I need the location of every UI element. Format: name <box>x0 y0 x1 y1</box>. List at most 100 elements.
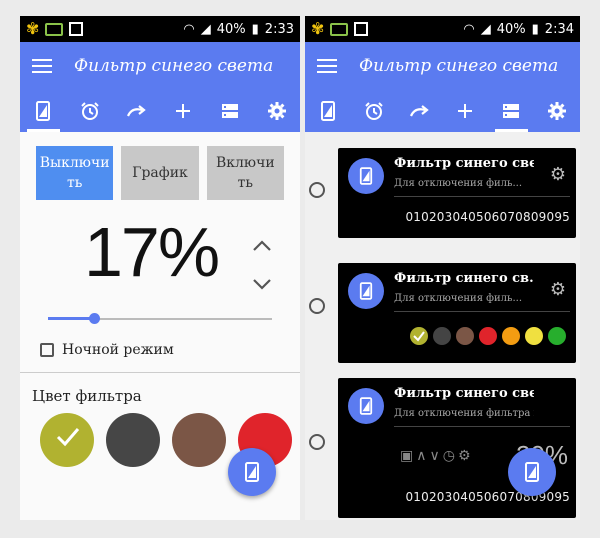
profile-hours: 010203040506070809095 <box>405 490 570 504</box>
wifi-icon: ◠ <box>463 21 475 37</box>
filter-toggle-fab[interactable] <box>228 448 276 496</box>
mode-on-button[interactable]: Включи ть <box>206 146 284 200</box>
battery-icon: ▮ <box>251 21 259 37</box>
slider-thumb[interactable] <box>89 313 100 324</box>
wifi-icon: ◠ <box>183 21 195 37</box>
profile-title: Фильтр синего све... <box>394 156 534 171</box>
tab-redo[interactable] <box>113 90 160 132</box>
tab-alarm[interactable] <box>351 90 397 132</box>
profile-gear-icon[interactable]: ⚙ <box>550 279 566 300</box>
app-title: Фильтр синего света <box>359 56 559 76</box>
profile-radio[interactable] <box>309 182 325 198</box>
phone-filter-icon <box>245 462 259 482</box>
profile-gear-icon[interactable]: ⚙ <box>550 164 566 185</box>
profile-list: Фильтр синего све... Для отключения филь… <box>305 132 580 518</box>
phone-filter-icon <box>359 397 373 415</box>
chevron-down-icon: ∨ <box>429 448 440 464</box>
tab-redo[interactable] <box>397 90 443 132</box>
profile-title: Фильтр синего св... <box>394 271 534 286</box>
signal-icon: ◢ <box>200 21 211 37</box>
screenshot-frame: ✾ ◠ ◢ 40% ▮ 2:33 Фильтр синего света Вык… <box>0 0 600 538</box>
phone-screen-right: ✾ ◠ ◢ 40% ▮ 2:34 Фильтр синего света Фил… <box>305 16 580 520</box>
profile-hours: 010203040506070809095 <box>405 210 570 224</box>
tab-filter[interactable] <box>305 90 351 132</box>
phone-filter-icon <box>320 101 335 121</box>
tab-profiles[interactable] <box>207 90 254 132</box>
battery-notification-icon <box>45 22 64 36</box>
tab-settings[interactable] <box>253 90 300 132</box>
checkmark-icon <box>56 428 80 447</box>
plus-icon <box>176 104 191 118</box>
tab-bar <box>305 90 580 132</box>
intensity-percent: 17% <box>84 213 220 291</box>
filter-color-title: Цвет фильтра <box>32 387 142 405</box>
mini-color-swatch <box>502 327 520 345</box>
profile-card[interactable]: Фильтр синего све... Для отключения филь… <box>338 148 576 238</box>
signal-icon: ◢ <box>480 21 491 37</box>
flower-notification-icon: ✾ <box>26 19 40 38</box>
flower-notification-icon: ✾ <box>311 19 325 38</box>
night-mode-label: Ночной режим <box>62 342 174 358</box>
card-divider <box>394 311 570 312</box>
filter-notification-icon <box>69 22 84 36</box>
decrease-button[interactable] <box>252 274 272 294</box>
mini-color-swatch <box>410 327 428 345</box>
gear-icon <box>267 102 286 120</box>
mini-color-swatch <box>479 327 497 345</box>
intensity-slider[interactable] <box>48 306 272 332</box>
menu-icon[interactable] <box>32 59 52 73</box>
mini-color-swatch <box>433 327 451 345</box>
profile-card[interactable]: Фильтр синего св... Для отключения филь.… <box>338 263 576 363</box>
redo-icon <box>126 105 146 117</box>
plus-icon <box>458 104 473 118</box>
app-bar: Фильтр синего света <box>305 42 580 90</box>
night-mode-row[interactable]: Ночной режим <box>20 332 300 358</box>
list-icon <box>503 104 520 118</box>
profile-subtitle: Для отключения филь... <box>394 178 523 189</box>
gear-icon <box>548 102 567 120</box>
night-mode-checkbox[interactable] <box>40 343 54 357</box>
profile-subtitle: Для отключения филь... <box>394 293 523 304</box>
profile-avatar <box>348 273 384 309</box>
tab-filter[interactable] <box>20 90 67 132</box>
profile-title: Фильтр синего света <box>394 386 534 401</box>
alarm-icon: ◷ <box>442 448 455 464</box>
color-swatch-brown[interactable] <box>172 413 226 467</box>
color-swatch-gray[interactable] <box>106 413 160 467</box>
battery-percent: 40% <box>216 21 246 37</box>
phone-filter-icon <box>359 167 373 185</box>
chevron-up-icon: ∧ <box>416 448 427 464</box>
filter-toggle-fab[interactable] <box>508 448 556 496</box>
alarm-icon <box>365 102 383 120</box>
battery-icon: ▮ <box>531 21 539 37</box>
tab-add[interactable] <box>442 90 488 132</box>
profile-action-icons: ▣ ∧ ∨ ◷ ⚙ <box>400 448 471 464</box>
tab-profiles[interactable] <box>488 90 534 132</box>
profile-radio[interactable] <box>309 298 325 314</box>
app-bar: Фильтр синего света <box>20 42 300 90</box>
mode-off-button[interactable]: Выключи ть <box>36 146 114 200</box>
mode-selector: Выключи ть График Включи ть <box>20 132 300 200</box>
menu-icon[interactable] <box>317 59 337 73</box>
color-swatch-olive[interactable] <box>40 413 94 467</box>
slider-fill <box>48 317 94 320</box>
profile-subtitle: Для отключения фильтра на... <box>394 408 534 419</box>
mini-color-swatch <box>456 327 474 345</box>
tab-settings[interactable] <box>534 90 580 132</box>
battery-percent: 40% <box>496 21 526 37</box>
phone-screen-left: ✾ ◠ ◢ 40% ▮ 2:33 Фильтр синего света Вык… <box>20 16 300 520</box>
tab-bar <box>20 90 300 132</box>
mini-color-swatch <box>525 327 543 345</box>
card-divider <box>394 196 570 197</box>
battery-notification-icon <box>330 22 349 36</box>
mode-schedule-button[interactable]: График <box>121 146 199 200</box>
tab-alarm[interactable] <box>67 90 114 132</box>
profile-radio[interactable] <box>309 434 325 450</box>
profile-row: Фильтр синего св... Для отключения филь.… <box>305 253 580 368</box>
tab-add[interactable] <box>160 90 207 132</box>
increase-button[interactable] <box>252 236 272 256</box>
profile-avatar <box>348 388 384 424</box>
profile-card[interactable]: Фильтр синего света Для отключения фильт… <box>338 378 576 518</box>
redo-icon <box>409 105 429 117</box>
app-title: Фильтр синего света <box>74 56 274 76</box>
